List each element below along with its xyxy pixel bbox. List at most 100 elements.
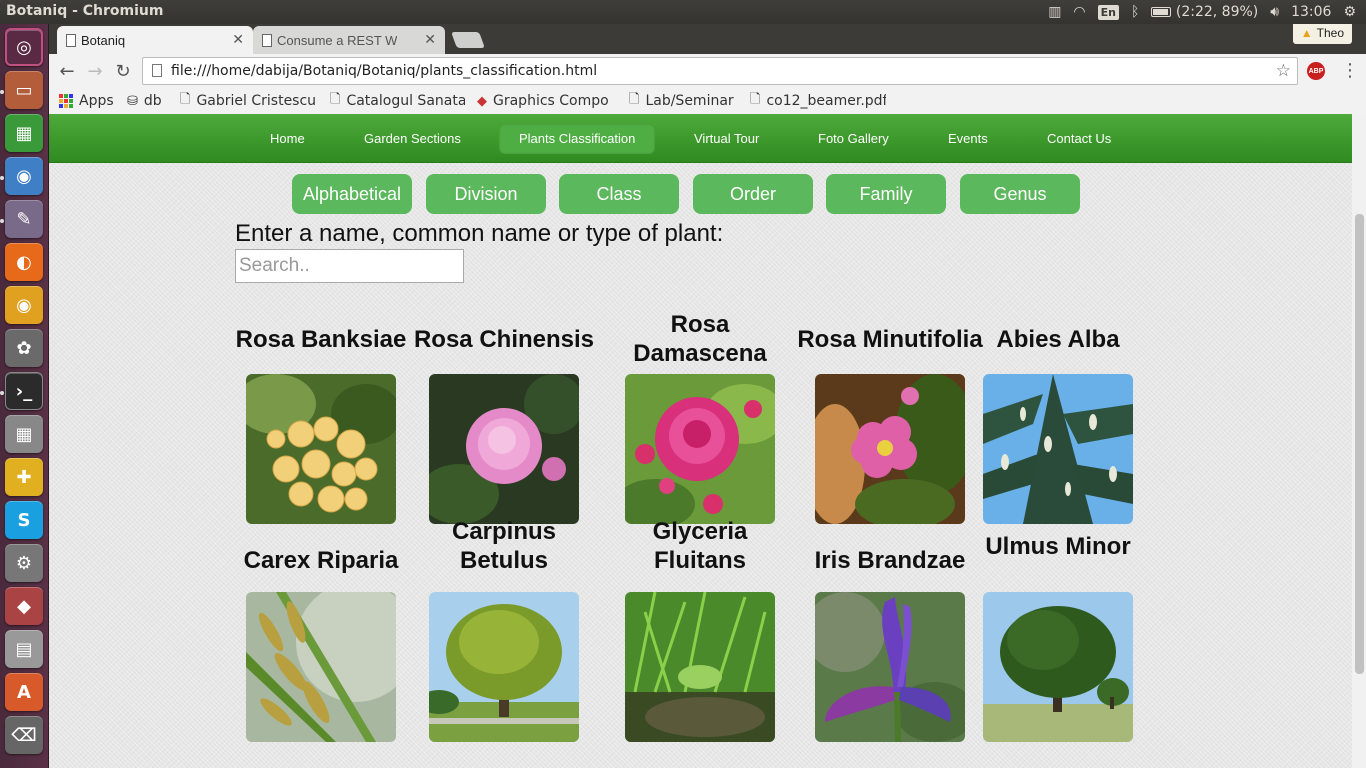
nav-events[interactable]: Events — [928, 124, 1008, 154]
gimp-icon[interactable]: ✿ — [5, 329, 43, 367]
top-panel: Botaniq - Chromium ▥ ◠ En ᛒ (2:22, 89%) … — [0, 0, 1366, 24]
bookmark-star-icon[interactable]: ☆ — [1276, 61, 1291, 81]
forward-button[interactable]: → — [83, 59, 107, 83]
search-label: Enter a name, common name or type of pla… — [235, 220, 724, 247]
app-icon[interactable]: ◆ — [5, 587, 43, 625]
terminal-icon[interactable]: ›_ — [5, 372, 43, 410]
bookmark-lab[interactable]: 🗋 Lab/Seminar — [629, 90, 734, 112]
running-indicator — [0, 90, 4, 94]
bookmark-gabriel[interactable]: 🗋 Gabriel Cristescu — [180, 90, 316, 112]
ubuntu-dash-icon[interactable]: ◎ — [5, 28, 43, 66]
close-icon[interactable]: ✕ — [232, 31, 244, 48]
plant-image-carex-riparia[interactable] — [246, 592, 396, 742]
scrollbar-thumb[interactable] — [1355, 214, 1364, 674]
battery-indicator[interactable]: (2:22, 89%) — [1151, 4, 1258, 20]
plant-image-glyceria-fluitans[interactable] — [625, 592, 775, 742]
nav-contact-us[interactable]: Contact Us — [1027, 124, 1131, 154]
rosa-minutifolia-photo — [815, 374, 965, 524]
wifi-icon[interactable]: ◠ — [1073, 4, 1085, 20]
text-editor-icon[interactable]: ✎ — [5, 200, 43, 238]
filter-order-button[interactable]: Order — [693, 174, 813, 214]
site-navigation: Home Garden Sections Plants Classificati… — [49, 114, 1352, 163]
back-button[interactable]: ← — [55, 59, 79, 83]
puzzle-icon[interactable]: ✚ — [5, 458, 43, 496]
address-bar[interactable]: file:///home/dabija/Botaniq/Botaniq/plan… — [142, 57, 1298, 85]
plant-name: Rosa Minutifolia — [797, 325, 983, 353]
firefox-icon[interactable]: ◐ — [5, 243, 43, 281]
bookmark-graphics[interactable]: ◆ Graphics Compo — [477, 93, 614, 109]
bookmark-db[interactable]: ⛁ db — [127, 93, 162, 109]
carpinus-betulus-photo — [429, 592, 579, 742]
skype-icon[interactable]: S — [5, 501, 43, 539]
volume-icon[interactable]: 🔊︎ — [1270, 4, 1279, 20]
rosa-chinensis-photo — [429, 374, 579, 524]
filter-division-button[interactable]: Division — [426, 174, 546, 214]
new-tab-button[interactable] — [451, 32, 485, 48]
chrome-icon[interactable]: ◉ — [5, 286, 43, 324]
nav-foto-gallery[interactable]: Foto Gallery — [798, 124, 909, 154]
plant-image-rosa-minutifolia[interactable] — [815, 374, 965, 524]
browser-window: Botaniq ✕ Consume a REST W ✕ ▲ Theo ← → ↻… — [49, 24, 1366, 768]
plant-name: Rosa Chinensis — [413, 325, 595, 353]
search-input[interactable] — [235, 249, 464, 283]
gear-icon[interactable]: ⚙ — [1343, 4, 1356, 20]
page-icon: 🗋 — [180, 92, 191, 107]
iris-brandzae-photo — [815, 592, 965, 742]
plant-name: Glyceria Fluitans — [652, 518, 748, 574]
url-text: file:///home/dabija/Botaniq/Botaniq/plan… — [171, 63, 598, 79]
filter-alphabetical-button[interactable]: Alphabetical — [292, 174, 412, 214]
nav-home[interactable]: Home — [250, 124, 325, 154]
files-icon[interactable]: ▭ — [5, 71, 43, 109]
plant-image-rosa-banksiae[interactable] — [246, 374, 396, 524]
plant-name: Rosa Damascena — [633, 311, 767, 367]
page-icon: 🗋 — [750, 92, 761, 107]
bookmarks-bar: Apps ⛁ db 🗋 Gabriel Cristescu 🗋 Catalogul S… — [49, 88, 1366, 114]
nav-virtual-tour[interactable]: Virtual Tour — [674, 124, 779, 154]
rosa-banksiae-photo — [246, 374, 396, 524]
clock[interactable]: 13:06 — [1291, 4, 1331, 20]
system-tray: ▥ ◠ En ᛒ (2:22, 89%) 🔊︎ 13:06 ⚙ — [1048, 0, 1356, 24]
plant-name: Carex Riparia — [243, 546, 399, 574]
plant-image-iris-brandzae[interactable] — [815, 592, 965, 742]
tab-consume-rest[interactable]: Consume a REST W ✕ — [253, 26, 445, 54]
plant-image-rosa-chinensis[interactable] — [429, 374, 579, 524]
bookmark-apps[interactable]: Apps — [59, 93, 114, 109]
nav-plants-classification[interactable]: Plants Classification — [499, 124, 656, 154]
page-icon — [152, 64, 162, 77]
launcher: ◎ ▭ ▦ ◉ ✎ ◐ ◉ ✿ ›_ ▦ ✚ S ⚙ ◆ ▤ A ⌫ — [0, 24, 49, 768]
app-store-icon[interactable]: A — [5, 673, 43, 711]
bookmark-catalogul[interactable]: 🗋 Catalogul Sanata — [330, 90, 465, 112]
bookmark-beamer[interactable]: 🗋 co12_beamer.pdf — [750, 90, 886, 112]
menu-icon[interactable]: ⋮ — [1341, 60, 1359, 81]
reload-button[interactable]: ↻ — [111, 59, 135, 83]
bluetooth-icon[interactable]: ᛒ — [1131, 4, 1139, 20]
page-icon: 🗋 — [330, 92, 341, 107]
page-scrollbar[interactable] — [1352, 114, 1366, 768]
page-icon — [262, 34, 272, 47]
calculator-icon[interactable]: ▦ — [5, 415, 43, 453]
trash-icon[interactable]: ⌫ — [5, 716, 43, 754]
plant-image-abies-alba[interactable] — [983, 374, 1133, 524]
plant-image-ulmus-minor[interactable] — [983, 592, 1133, 742]
settings-icon[interactable]: ⚙ — [5, 544, 43, 582]
profile-button[interactable]: ▲ Theo — [1292, 24, 1352, 44]
rosa-damascena-photo — [625, 374, 775, 524]
filter-genus-button[interactable]: Genus — [960, 174, 1080, 214]
language-indicator[interactable]: En — [1097, 4, 1119, 20]
filter-class-button[interactable]: Class — [559, 174, 679, 214]
tab-botaniq[interactable]: Botaniq ✕ — [57, 26, 253, 54]
chromium-icon[interactable]: ◉ — [5, 157, 43, 195]
plant-image-carpinus-betulus[interactable] — [429, 592, 579, 742]
filter-family-button[interactable]: Family — [826, 174, 946, 214]
spreadsheet-icon[interactable]: ▦ — [5, 114, 43, 152]
keyboard-indicator-icon[interactable]: ▥ — [1048, 4, 1061, 20]
disk-icon[interactable]: ▤ — [5, 630, 43, 668]
nav-garden-sections[interactable]: Garden Sections — [344, 124, 481, 154]
toolbar: ← → ↻ file:///home/dabija/Botaniq/Botani… — [49, 54, 1366, 88]
plant-image-rosa-damascena[interactable] — [625, 374, 775, 524]
close-icon[interactable]: ✕ — [424, 31, 436, 48]
plant-name: Iris Brandzae — [814, 546, 966, 574]
tab-title: Botaniq — [81, 32, 126, 48]
adblock-icon[interactable]: ABP — [1307, 62, 1325, 80]
abies-alba-photo — [983, 374, 1133, 524]
